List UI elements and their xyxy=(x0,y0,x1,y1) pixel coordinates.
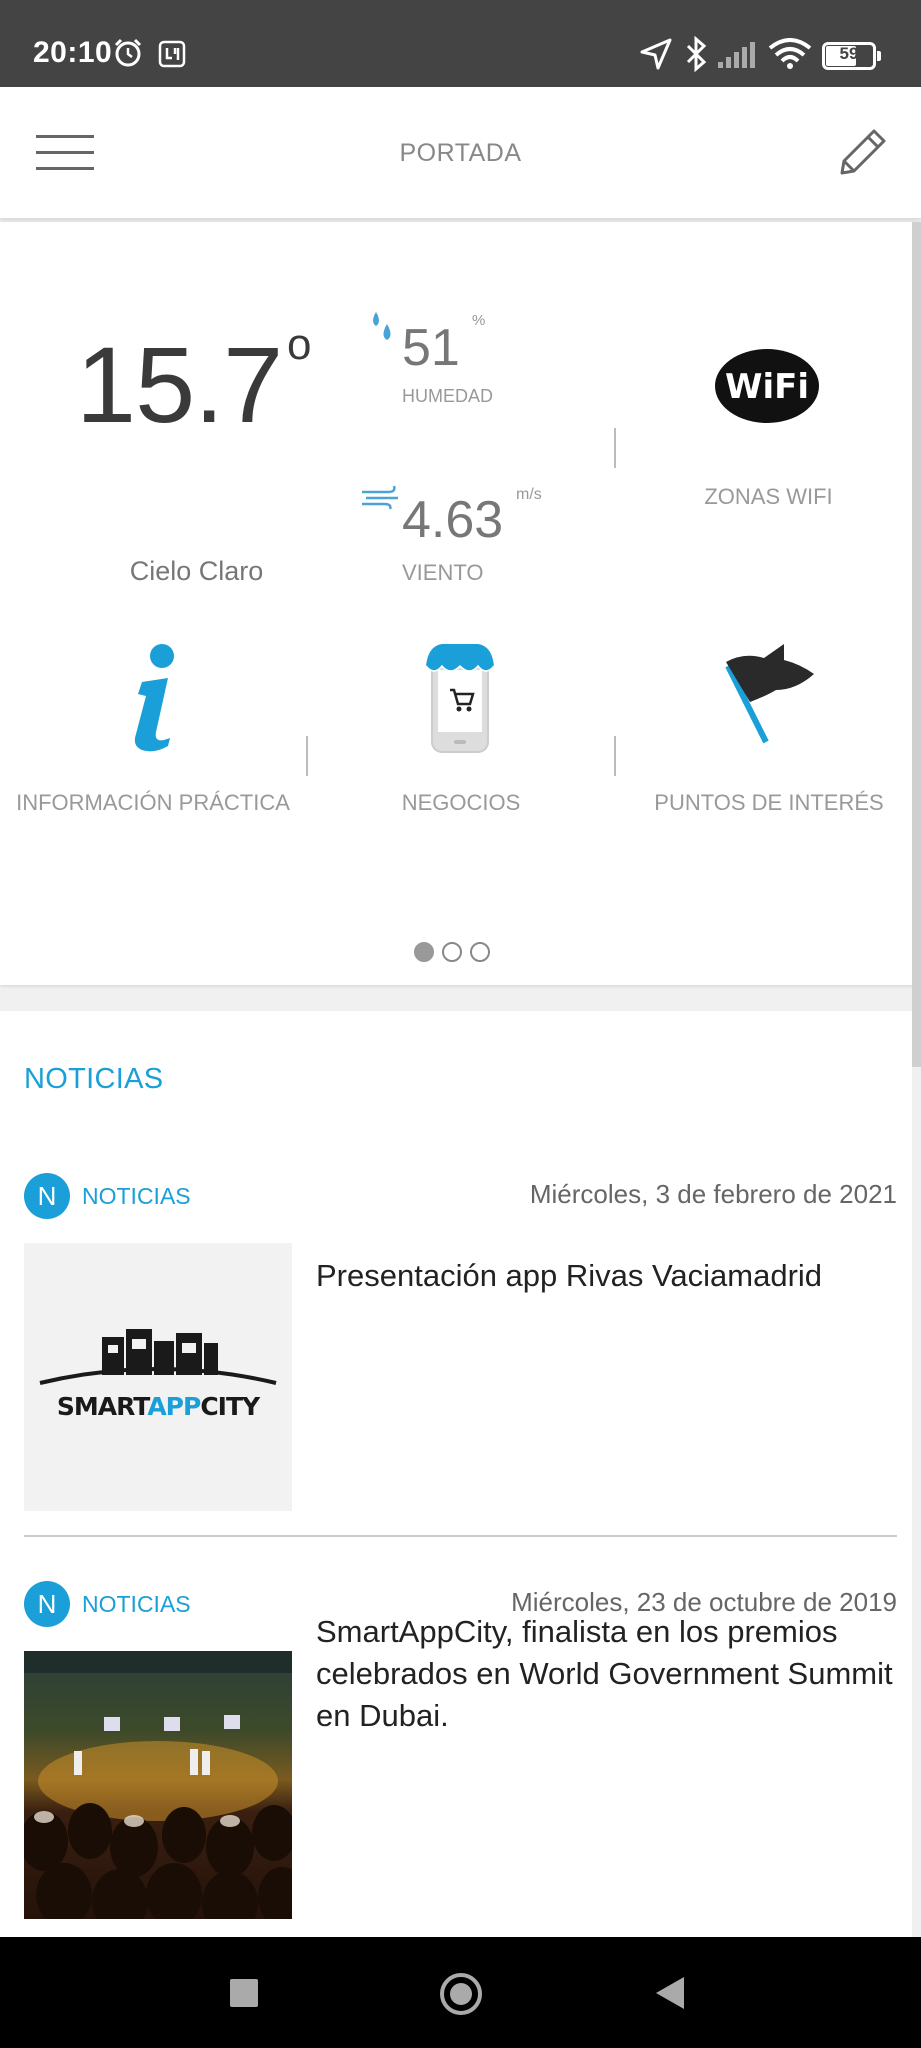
humidity-unit: % xyxy=(472,312,486,329)
logo-text-city: CITY xyxy=(200,1392,261,1421)
shortcut-label: INFORMACIÓN PRÁCTICA xyxy=(16,790,290,815)
degree-symbol: o xyxy=(287,320,312,369)
news-title[interactable]: Presentación app Rivas Vaciamadrid xyxy=(316,1255,896,1297)
page-dot-2[interactable] xyxy=(442,942,462,962)
page-indicator xyxy=(414,942,504,964)
shortcut-label: PUNTOS DE INTERÉS xyxy=(654,790,884,815)
shortcut-label: NEGOCIOS xyxy=(401,790,521,815)
humidity-value: 51 xyxy=(402,319,460,377)
news-category: NOTICIAS xyxy=(82,1183,191,1209)
smartappcity-logo-icon: SMARTAPPCITY xyxy=(39,1329,277,1421)
humidity-label: HUMEDAD xyxy=(402,386,494,406)
home-button[interactable] xyxy=(440,1973,482,2015)
news-thumbnail: SMARTAPPCITY xyxy=(24,1243,292,1511)
info-icon xyxy=(134,644,174,752)
notification-icon xyxy=(158,40,186,68)
wind-label: VIENTO xyxy=(402,560,484,585)
news-section: NOTICIAS N NOTICIAS Miércoles, 3 de febr… xyxy=(0,1011,912,1937)
wind-icon xyxy=(362,485,398,510)
dashboard-widget: 15.7 o Cielo Claro 51 % HUMEDAD 4.63 m/s… xyxy=(0,222,921,985)
wifi-icon xyxy=(768,38,812,69)
system-navigation-bar xyxy=(0,1937,921,2048)
location-icon xyxy=(640,38,672,70)
signal-icon xyxy=(718,42,755,68)
shortcut-informacion-practica[interactable]: INFORMACIÓN PRÁCTICA xyxy=(0,632,306,832)
alarm-icon xyxy=(114,38,142,67)
news-badge: N xyxy=(24,1581,70,1627)
news-separator xyxy=(24,1535,897,1537)
svg-text:SMARTAPPCITY: SMARTAPPCITY xyxy=(57,1392,261,1421)
page-dot-3[interactable] xyxy=(470,942,490,962)
news-category: NOTICIAS xyxy=(82,1591,191,1617)
news-item[interactable]: N NOTICIAS Miércoles, 23 de octubre de 2… xyxy=(0,1581,912,1937)
divider xyxy=(614,428,616,468)
news-badge: N xyxy=(24,1173,70,1219)
page-dot-1[interactable] xyxy=(414,942,434,962)
scrollbar[interactable] xyxy=(912,222,921,1067)
temperature-value: 15.7 xyxy=(76,324,283,445)
battery-icon: 59 xyxy=(822,42,882,70)
shortcut-zonas-wifi[interactable]: WiFi ZONAS WIFI xyxy=(620,332,917,532)
news-item[interactable]: N NOTICIAS Miércoles, 3 de febrero de 20… xyxy=(0,1173,912,1553)
shortcut-negocios[interactable]: NEGOCIOS xyxy=(308,632,614,832)
back-button[interactable] xyxy=(656,1977,684,2009)
news-thumbnail xyxy=(24,1651,292,1919)
shortcut-puntos-de-interes[interactable]: PUNTOS DE INTERÉS xyxy=(616,632,921,832)
logo-text-app: APP xyxy=(147,1392,201,1421)
battery-level: 59 xyxy=(839,44,859,63)
status-time: 20:10 xyxy=(33,36,113,69)
recent-apps-button[interactable] xyxy=(230,1979,258,2007)
app-header: PORTADA xyxy=(0,87,921,218)
news-date: Miércoles, 3 de febrero de 2021 xyxy=(529,1179,897,1209)
wifi-logo-icon: WiFi xyxy=(715,349,819,423)
wind-value: 4.63 xyxy=(402,491,504,549)
logo-text-smart: SMART xyxy=(57,1392,150,1421)
conference-photo xyxy=(24,1651,292,1919)
flag-icon xyxy=(725,644,814,744)
svg-text:WiFi: WiFi xyxy=(725,367,809,407)
news-heading: NOTICIAS xyxy=(24,1063,164,1095)
shortcut-label: ZONAS WIFI xyxy=(704,484,833,509)
bluetooth-icon xyxy=(686,36,707,72)
page-title: PORTADA xyxy=(399,139,522,167)
sky-condition: Cielo Claro xyxy=(129,556,264,586)
status-bar: 20:10 59 xyxy=(0,0,921,87)
wind-unit: m/s xyxy=(516,486,542,503)
pencil-edit-icon[interactable] xyxy=(832,125,890,183)
news-title[interactable]: SmartAppCity, finalista en los premios c… xyxy=(316,1611,896,1737)
shop-phone-icon xyxy=(425,644,495,753)
humidity-drops-icon xyxy=(373,312,391,340)
